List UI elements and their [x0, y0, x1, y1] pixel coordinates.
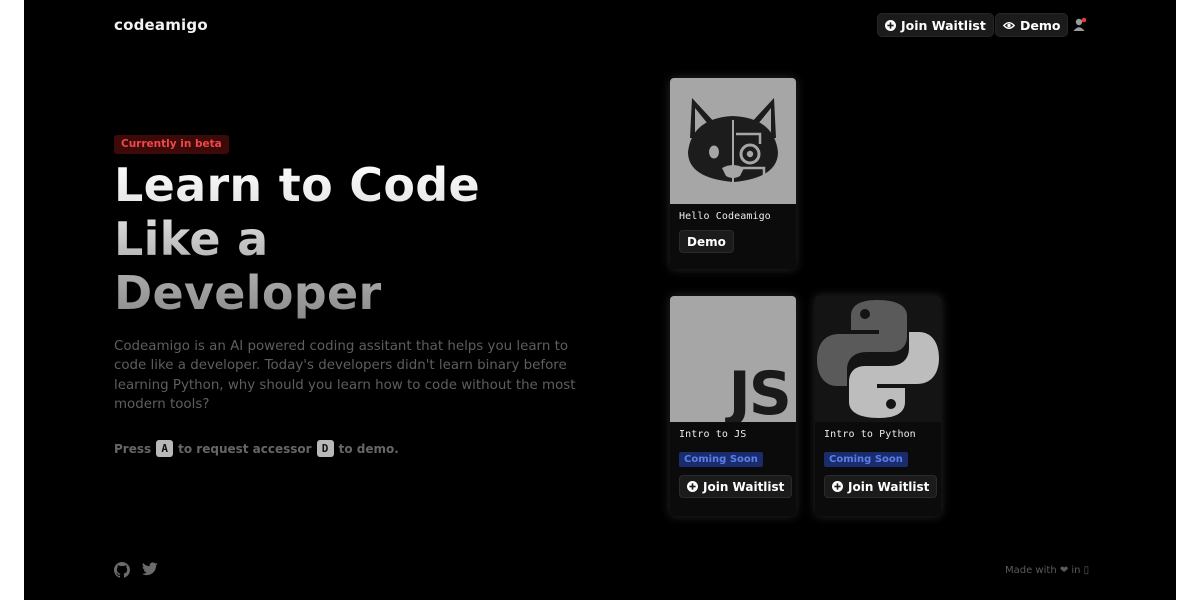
course-card-intro-to-python[interactable]: Intro to Python Coming Soon Join Waitlis…	[815, 296, 941, 516]
coming-soon-badge: Coming Soon	[824, 452, 908, 467]
made-with-text: Made with ❤ in ▯	[1005, 565, 1090, 576]
python-logo-icon	[817, 300, 939, 418]
coming-soon-badge: Coming Soon	[679, 452, 763, 467]
card-join-waitlist-label: Join Waitlist	[848, 479, 930, 494]
hero-description: Codeamigo is an AI powered coding assita…	[114, 339, 576, 412]
keyboard-shortcut-hint: Press A to request accessor D to demo.	[114, 440, 399, 457]
shortcut-end-text: to demo.	[338, 441, 399, 456]
plus-circle-icon	[885, 19, 896, 31]
page-title: Learn to Code Like a Developer	[114, 158, 534, 320]
plus-circle-icon	[832, 481, 843, 492]
page-frame: codeamigo Join Waitlist Demo Currently i…	[24, 0, 1176, 600]
card-join-waitlist-button[interactable]: Join Waitlist	[824, 475, 938, 498]
course-card-hello-codeamigo[interactable]: Hello Codeamigo Demo	[670, 78, 796, 269]
demo-label: Demo	[1020, 17, 1061, 33]
demo-button[interactable]: Demo	[995, 13, 1069, 37]
dog-robot-logo-icon	[688, 98, 778, 182]
card-join-waitlist-label: Join Waitlist	[703, 479, 785, 494]
twitter-icon[interactable]	[142, 562, 158, 576]
course-card-intro-to-js[interactable]: JS Intro to JS Coming Soon Join Waitlist	[670, 296, 796, 516]
beta-badge: Currently in beta	[114, 135, 229, 154]
brand-logo[interactable]: codeamigo	[114, 16, 208, 34]
user-avatar-icon[interactable]	[1073, 17, 1087, 32]
card-demo-label: Demo	[687, 234, 726, 249]
card-demo-button[interactable]: Demo	[679, 230, 734, 253]
card-title: Hello Codeamigo	[679, 211, 771, 222]
eye-icon	[1003, 21, 1015, 29]
card-thumbnail	[670, 78, 796, 204]
card-title: Intro to Python	[824, 429, 916, 440]
svg-text:JS: JS	[724, 359, 790, 422]
join-waitlist-label: Join Waitlist	[901, 17, 986, 33]
card-title: Intro to JS	[679, 429, 747, 440]
shortcut-middle-text: to request accessor	[178, 441, 312, 456]
github-icon[interactable]	[114, 562, 130, 578]
card-thumbnail	[815, 296, 941, 422]
js-logo-icon: JS	[724, 359, 792, 422]
key-a: A	[156, 440, 174, 457]
shortcut-press-text: Press	[114, 441, 152, 456]
card-join-waitlist-button[interactable]: Join Waitlist	[679, 475, 793, 498]
join-waitlist-button[interactable]: Join Waitlist	[877, 13, 994, 37]
key-d: D	[316, 440, 334, 457]
card-thumbnail: JS	[670, 296, 796, 422]
plus-circle-icon	[687, 481, 698, 492]
